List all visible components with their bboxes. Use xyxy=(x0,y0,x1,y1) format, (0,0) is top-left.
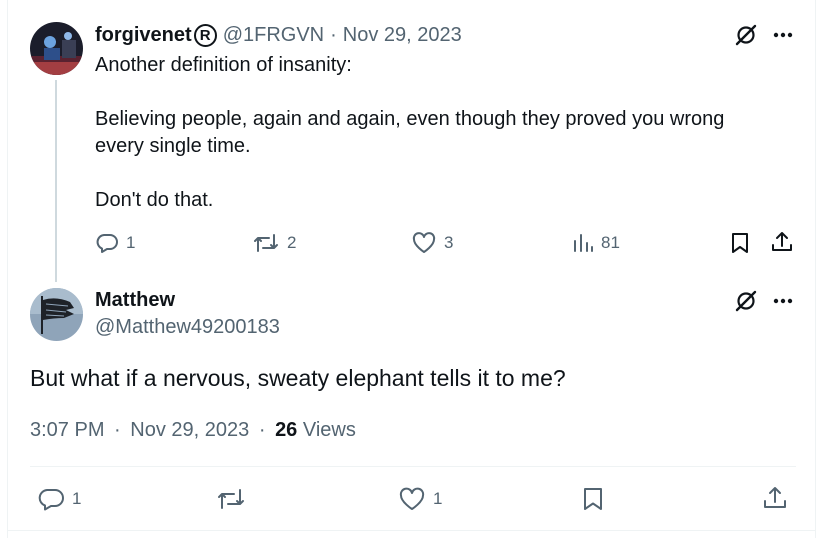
tweet2-meta: 3:07 PM · Nov 29, 2023 · 26 Views xyxy=(30,419,356,442)
thread-connector-line xyxy=(55,80,57,282)
avatar-forgivenet[interactable] xyxy=(30,22,83,75)
bottom-border xyxy=(7,530,816,531)
tweet2-bookmark-button[interactable] xyxy=(582,486,604,512)
share-upload-icon xyxy=(772,232,792,251)
heart-icon xyxy=(412,232,436,253)
bookmark-icon xyxy=(584,488,602,510)
tweet1-date[interactable]: Nov 29, 2023 xyxy=(343,24,462,47)
tweet2-like-count: 1 xyxy=(433,489,443,508)
tweet1-like-button[interactable]: 3 xyxy=(411,231,453,255)
tweet2-reply-button[interactable]: 1 xyxy=(37,486,81,512)
tweet2-like-button[interactable]: 1 xyxy=(398,486,442,512)
tweet1-blank-line xyxy=(95,79,785,106)
share-upload-icon xyxy=(764,487,786,508)
tweet2-date[interactable]: Nov 29, 2023 xyxy=(130,419,249,441)
tweet1-reply-button[interactable]: 1 xyxy=(95,231,135,255)
tweet1-blank-line xyxy=(95,160,785,187)
tweet2-reply-count: 1 xyxy=(72,489,82,508)
grok-slash-circle-icon[interactable] xyxy=(735,290,757,312)
repost-arrows-icon xyxy=(218,489,244,509)
tweet1-top-actions xyxy=(735,24,793,46)
tweet1-share-button[interactable] xyxy=(770,230,794,254)
tweet2-display-name[interactable]: Matthew xyxy=(95,289,175,312)
tweet1-repost-count: 2 xyxy=(287,233,297,252)
tweet2-views-label: Views xyxy=(302,419,356,441)
grok-slash-circle-icon[interactable] xyxy=(735,24,757,46)
tweet1-line-3: Believing people, again and again, even … xyxy=(95,108,725,130)
registered-badge-icon: R xyxy=(193,23,217,47)
tweet2-repost-button[interactable] xyxy=(216,486,253,512)
tweet2-separator: · xyxy=(114,419,121,441)
tweet2-time[interactable]: 3:07 PM xyxy=(30,419,104,441)
repost-arrows-icon xyxy=(254,234,278,252)
tweet1-repost-button[interactable]: 2 xyxy=(252,231,296,255)
tweet2-body: But what if a nervous, sweaty elephant t… xyxy=(30,365,566,391)
heart-icon xyxy=(399,487,425,510)
tweet1-reply-count: 1 xyxy=(126,233,136,252)
tweet1-line-4: every single time. xyxy=(95,135,251,157)
tweet1-handle[interactable]: @1FRGVN xyxy=(223,24,324,47)
tweet1-line-1: Another definition of insanity: xyxy=(95,54,352,76)
avatar-matthew[interactable] xyxy=(30,288,83,341)
tweet2-share-button[interactable] xyxy=(762,485,788,511)
tweet2-separator: · xyxy=(258,419,266,441)
tweet1-views-button[interactable]: 81 xyxy=(572,231,620,255)
bar-chart-icon xyxy=(574,234,593,252)
reply-bubble-icon xyxy=(96,234,118,253)
divider xyxy=(30,466,796,467)
tweet1-header: forgivenet R @1FRGVN · Nov 29, 2023 xyxy=(95,22,462,48)
tweet1-bookmark-button[interactable] xyxy=(730,231,750,255)
bookmark-icon xyxy=(732,233,748,253)
tweet1-separator: · xyxy=(330,23,337,46)
tweet2-handle[interactable]: @Matthew49200183 xyxy=(95,316,280,339)
tweet1-display-name[interactable]: forgivenet xyxy=(95,24,192,47)
tweet1-like-count: 3 xyxy=(444,233,454,252)
tweet1-line-6: Don't do that. xyxy=(95,189,214,211)
more-dots-icon[interactable] xyxy=(773,32,793,38)
reply-bubble-icon xyxy=(38,489,64,511)
tweet2-top-actions xyxy=(735,290,793,312)
tweet2-views-count: 26 xyxy=(275,419,298,441)
more-dots-icon[interactable] xyxy=(773,298,793,304)
tweet1-body: Another definition of insanity: Believin… xyxy=(95,52,785,214)
tweet1-views-count: 81 xyxy=(601,233,620,252)
